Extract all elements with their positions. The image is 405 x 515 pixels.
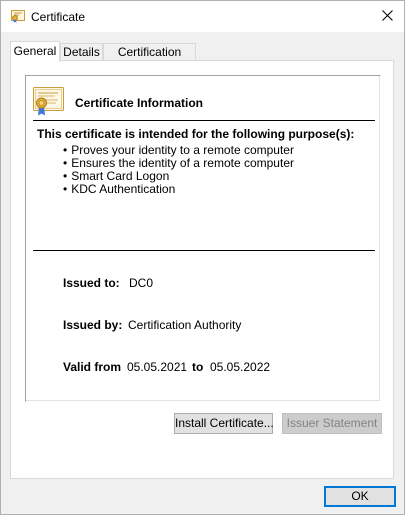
divider [33,120,375,121]
divider [33,250,375,251]
valid-to-label: to [192,360,204,374]
window-title: Certificate [31,10,86,24]
certificate-icon [11,10,25,23]
issued-to-label: Issued to: [63,276,120,290]
valid-to-value: 05.05.2022 [210,360,271,374]
tab-general[interactable]: General [10,41,60,62]
valid-from-value: 05.05.2021 [127,360,188,374]
issuer-statement-button[interactable]: Issuer Statement [282,413,382,434]
tab-certification-path[interactable]: Certification Path [103,43,196,75]
list-item: KDC Authentication [63,183,294,196]
issued-by-value: Certification Authority [128,318,242,332]
general-tab-panel: Certificate Information This certificate… [10,60,394,479]
issued-to-value: DC0 [129,276,154,290]
ok-button[interactable]: OK [324,486,396,507]
install-certificate-button[interactable]: Install Certificate... [174,413,274,434]
close-icon [381,9,393,24]
purpose-heading: This certificate is intended for the fol… [37,127,355,141]
certificate-icon [33,87,64,116]
close-button[interactable] [370,1,404,32]
certificate-dialog: Certificate General Details Certificatio… [0,0,405,515]
tab-details[interactable]: Details [60,43,103,60]
issued-by-label: Issued by: [63,318,123,332]
purpose-list: Proves your identity to a remote compute… [63,144,294,196]
valid-from-label: Valid from [63,360,122,374]
title-bar: Certificate [1,1,404,32]
certificate-info-title: Certificate Information [75,96,204,110]
certificate-info-box: Certificate Information This certificate… [25,75,381,402]
